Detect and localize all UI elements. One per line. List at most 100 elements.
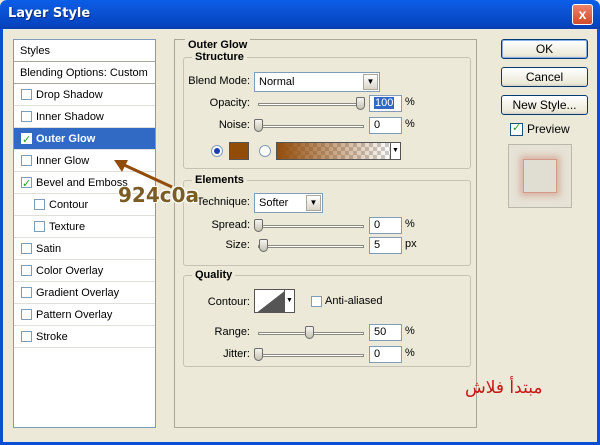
style-item-label: Gradient Overlay xyxy=(36,287,120,299)
gradient-radio[interactable] xyxy=(259,145,271,157)
range-label: Range: xyxy=(214,326,250,338)
ok-button[interactable]: OK xyxy=(501,39,588,59)
style-item-inner-shadow[interactable]: Inner Shadow xyxy=(14,106,155,128)
style-item-label: Color Overlay xyxy=(36,265,104,277)
noise-unit: % xyxy=(405,118,415,130)
style-checkbox[interactable] xyxy=(21,155,32,166)
opacity-slider-track[interactable] xyxy=(258,103,364,106)
new-style-button[interactable]: New Style... xyxy=(501,95,588,115)
glow-color-swatch[interactable] xyxy=(229,142,249,160)
style-item-gradient-overlay[interactable]: Gradient Overlay xyxy=(14,282,155,304)
opacity-value: 100 xyxy=(374,97,395,109)
range-slider-thumb[interactable] xyxy=(305,326,314,339)
style-item-label: Texture xyxy=(49,221,86,233)
quality-title: Quality xyxy=(192,269,236,281)
style-item-label: Outer Glow xyxy=(36,133,96,145)
style-item-label: Inner Glow xyxy=(36,155,90,167)
spread-input[interactable]: 0 xyxy=(369,217,402,234)
noise-slider-track[interactable] xyxy=(258,125,364,128)
hex-annotation: 924c0a xyxy=(118,183,200,207)
jitter-unit: % xyxy=(405,347,415,359)
glow-gradient-picker[interactable] xyxy=(276,142,391,160)
preview-checkbox[interactable] xyxy=(510,121,523,136)
noise-label: Noise: xyxy=(218,119,250,131)
title-bar: Layer Style x xyxy=(0,0,600,29)
contour-preview[interactable] xyxy=(254,289,285,313)
style-item-label: Contour xyxy=(49,199,89,211)
style-checkbox[interactable] xyxy=(21,129,32,151)
spread-slider-thumb[interactable] xyxy=(254,219,263,232)
opacity-slider-thumb[interactable] xyxy=(356,97,365,110)
technique-value: Softer xyxy=(259,197,289,209)
style-items: Drop Shadow Inner Shadow Outer Glow Inner G… xyxy=(14,84,155,348)
style-checkbox[interactable] xyxy=(21,243,32,254)
chevron-down-icon: ▼ xyxy=(363,74,378,90)
preview-swatch xyxy=(523,159,557,193)
blending-options-item[interactable]: Blending Options: Custom xyxy=(14,62,155,84)
size-input[interactable]: 5 xyxy=(369,237,402,254)
style-item-stroke[interactable]: Stroke xyxy=(14,326,155,348)
style-checkbox[interactable] xyxy=(34,221,45,232)
style-item-satin[interactable]: Satin xyxy=(14,238,155,260)
close-button[interactable]: x xyxy=(572,4,593,25)
style-item-drop-shadow[interactable]: Drop Shadow xyxy=(14,84,155,106)
quality-group: Quality Contour: ▼ Anti-aliased Range: 5… xyxy=(183,269,471,367)
opacity-unit: % xyxy=(405,96,415,108)
style-item-pattern-overlay[interactable]: Pattern Overlay xyxy=(14,304,155,326)
anti-aliased-label: Anti-aliased xyxy=(325,295,383,307)
blend-mode-select[interactable]: Normal ▼ xyxy=(254,72,380,92)
spread-slider-track[interactable] xyxy=(258,225,364,228)
style-checkbox[interactable] xyxy=(21,331,32,342)
style-item-label: Pattern Overlay xyxy=(36,309,113,321)
size-unit: px xyxy=(405,238,417,250)
jitter-slider-thumb[interactable] xyxy=(254,348,263,361)
opacity-label: Opacity: xyxy=(209,97,250,109)
structure-title: Structure xyxy=(192,51,247,63)
panel-title: Outer Glow xyxy=(185,39,251,51)
style-checkbox[interactable] xyxy=(21,265,32,276)
watermark-text: مبتدأ فلاش xyxy=(465,378,543,398)
contour-curve-icon xyxy=(257,291,284,312)
style-item-color-overlay[interactable]: Color Overlay xyxy=(14,260,155,282)
styles-list: Styles Blending Options: Custom Drop Sha… xyxy=(13,39,156,428)
outer-glow-panel: Outer Glow Structure Blend Mode: Normal … xyxy=(174,39,477,428)
style-checkbox[interactable] xyxy=(21,111,32,122)
noise-slider-thumb[interactable] xyxy=(254,119,263,132)
style-checkbox[interactable] xyxy=(21,173,32,195)
anti-aliased-checkbox[interactable] xyxy=(311,296,322,307)
style-item-label: Satin xyxy=(36,243,62,255)
style-checkbox[interactable] xyxy=(34,199,45,210)
gradient-dropdown-icon[interactable]: ▼ xyxy=(390,142,401,160)
jitter-input[interactable]: 0 xyxy=(369,346,402,363)
contour-dropdown-icon[interactable]: ▼ xyxy=(284,289,295,313)
style-checkbox[interactable] xyxy=(21,287,32,298)
solid-color-radio[interactable] xyxy=(211,145,223,157)
technique-select[interactable]: Softer ▼ xyxy=(254,193,323,213)
cancel-button[interactable]: Cancel xyxy=(501,67,588,87)
style-item-texture[interactable]: Texture xyxy=(14,216,155,238)
preview-label: Preview xyxy=(527,122,570,136)
jitter-value: 0 xyxy=(374,348,381,360)
style-checkbox[interactable] xyxy=(21,89,32,100)
size-slider-track[interactable] xyxy=(258,245,364,248)
range-value: 50 xyxy=(374,326,387,338)
range-input[interactable]: 50 xyxy=(369,324,402,341)
chevron-down-icon: ▼ xyxy=(306,195,321,211)
structure-group: Structure Blend Mode: Normal ▼ Opacity: … xyxy=(183,51,471,169)
blend-mode-value: Normal xyxy=(259,76,295,88)
spread-unit: % xyxy=(405,218,415,230)
jitter-slider-track[interactable] xyxy=(258,354,364,357)
styles-header[interactable]: Styles xyxy=(14,40,155,62)
window-title: Layer Style xyxy=(8,6,91,21)
size-value: 5 xyxy=(374,239,381,251)
blend-mode-label: Blend Mode: xyxy=(188,75,250,87)
elements-title: Elements xyxy=(192,174,247,186)
noise-input[interactable]: 0 xyxy=(369,117,402,134)
size-slider-thumb[interactable] xyxy=(259,239,268,252)
style-checkbox[interactable] xyxy=(21,309,32,320)
style-item-outer-glow[interactable]: Outer Glow xyxy=(14,128,155,151)
style-item-label: Stroke xyxy=(36,331,68,343)
noise-value: 0 xyxy=(374,119,381,131)
opacity-input[interactable]: 100 xyxy=(369,95,402,112)
contour-label: Contour: xyxy=(207,296,250,308)
